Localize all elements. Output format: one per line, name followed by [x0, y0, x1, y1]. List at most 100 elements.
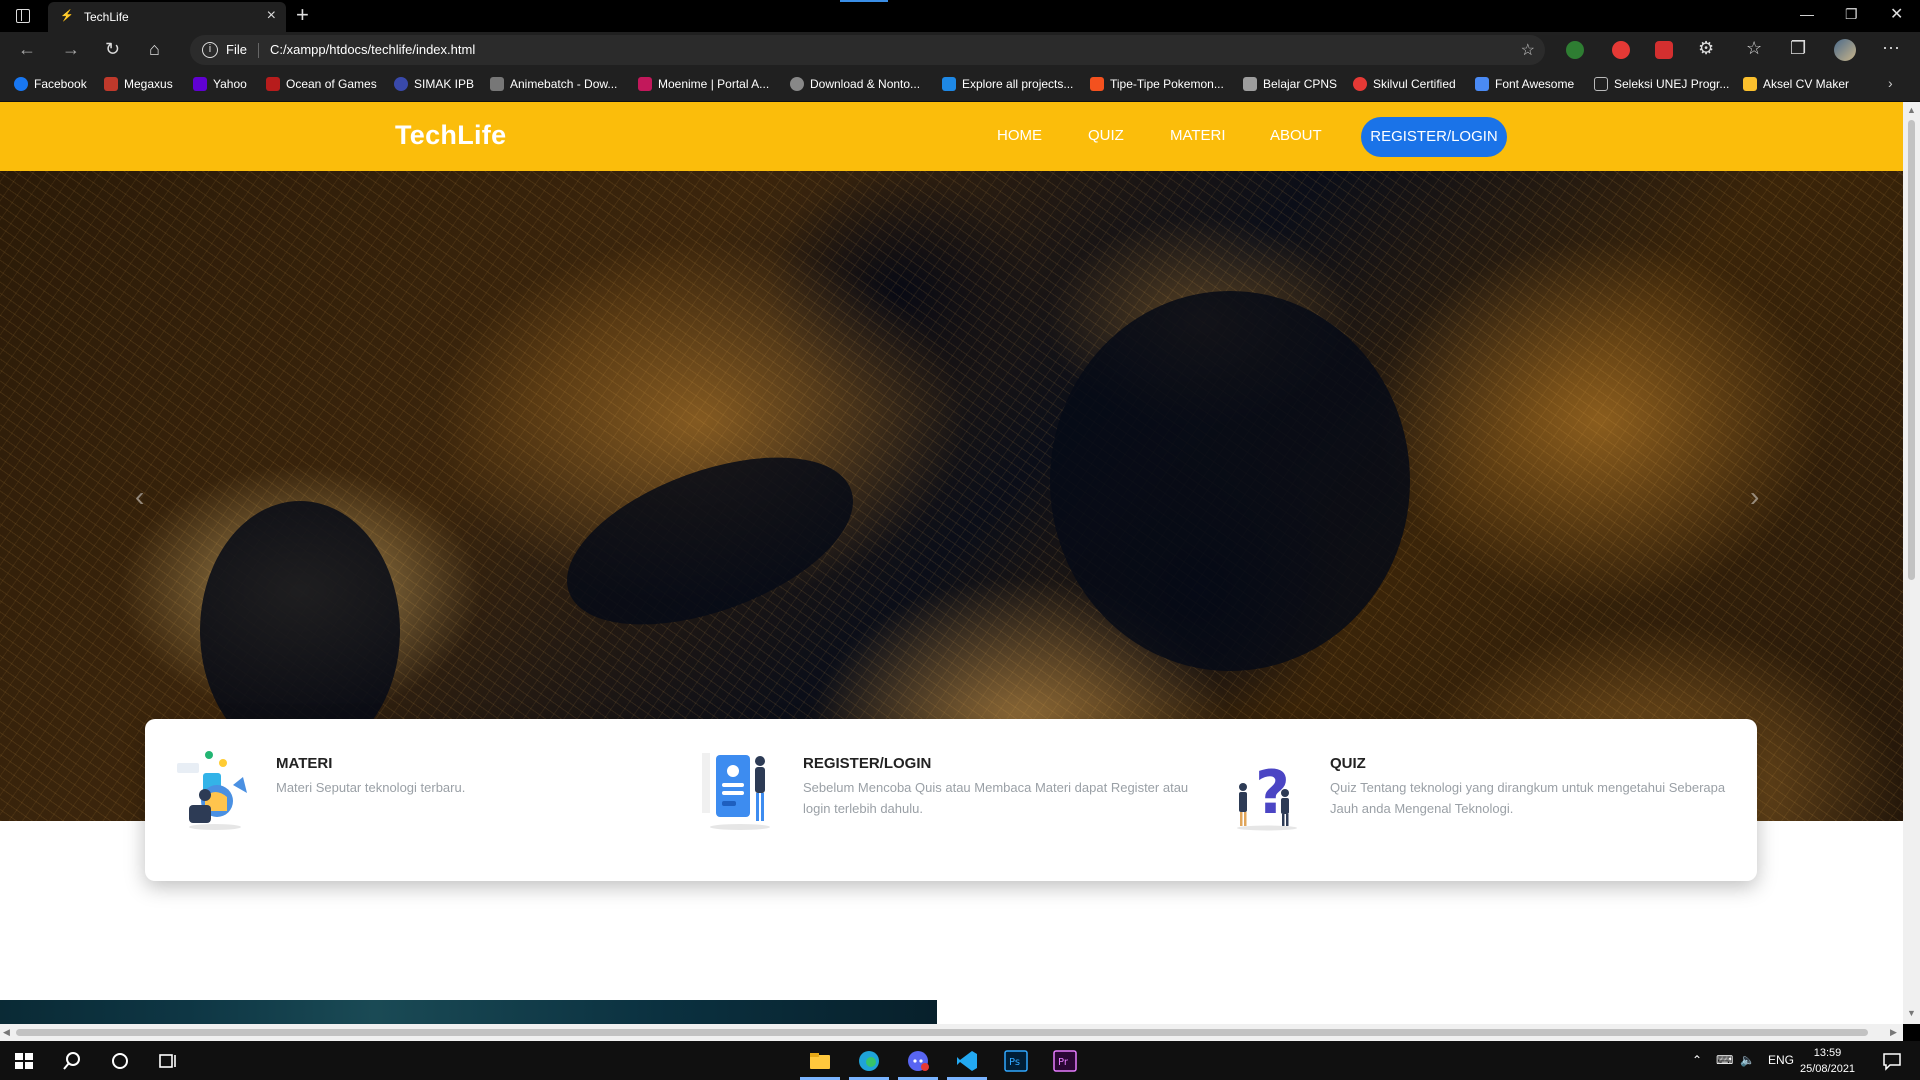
bookmark-item[interactable]: Megaxus: [104, 77, 173, 91]
bookmark-item[interactable]: Font Awesome: [1475, 77, 1574, 91]
vertical-scrollbar[interactable]: ▲ ▼: [1903, 102, 1920, 1024]
add-favorite-icon[interactable]: ☆: [1521, 40, 1535, 60]
forward-icon[interactable]: →: [62, 39, 80, 60]
profile-avatar[interactable]: [1834, 39, 1856, 61]
close-window-icon[interactable]: ✕: [1890, 4, 1903, 24]
register-login-button[interactable]: REGISTER/LOGIN: [1361, 117, 1507, 157]
scroll-up-icon[interactable]: ▲: [1907, 105, 1916, 115]
bookmark-item[interactable]: Explore all projects...: [942, 77, 1073, 91]
bookmark-favicon-icon: [104, 77, 118, 91]
windows-taskbar: Ps Pr ⌃ ⌨ 🔈 ENG 13:59 25/08/2021: [0, 1041, 1920, 1080]
bookmark-item[interactable]: Facebook: [14, 77, 87, 91]
more-icon[interactable]: ···: [1882, 37, 1900, 58]
bookmark-label: Megaxus: [124, 77, 173, 91]
minimize-icon[interactable]: —: [1800, 6, 1814, 22]
feature-description: Sebelum Mencoba Quis atau Membaca Materi…: [803, 780, 1189, 816]
bookmark-favicon-icon: [394, 77, 408, 91]
feature-description: Materi Seputar teknologi terbaru.: [276, 780, 466, 795]
tab-actions-icon[interactable]: [16, 9, 30, 23]
home-icon[interactable]: ⌂: [149, 39, 160, 60]
more-bookmarks-chevron-icon[interactable]: ›: [1888, 75, 1893, 91]
discord-icon[interactable]: [906, 1049, 930, 1073]
horizontal-scroll-thumb[interactable]: [16, 1029, 1868, 1036]
back-icon[interactable]: ←: [18, 39, 36, 60]
bookmark-item[interactable]: Download & Nonto...: [790, 77, 920, 91]
bookmark-label: Facebook: [34, 77, 87, 91]
show-hidden-icons-chevron-icon[interactable]: ⌃: [1692, 1053, 1702, 1067]
bookmark-label: Font Awesome: [1495, 77, 1575, 91]
volume-icon[interactable]: 🔈: [1740, 1053, 1755, 1067]
bookmark-label: Ocean of Games: [286, 77, 377, 91]
bookmark-favicon-icon: [942, 77, 956, 91]
edge-browser-icon[interactable]: [857, 1049, 881, 1073]
feature-materi[interactable]: MATERI Materi Seputar teknologi terbaru.: [145, 749, 665, 849]
nav-quiz-link[interactable]: QUIZ: [1088, 127, 1124, 144]
extension-m-icon[interactable]: [1655, 41, 1673, 59]
carousel-prev-icon[interactable]: ‹: [135, 481, 144, 513]
bookmark-item[interactable]: Moenime | Portal A...: [638, 77, 769, 91]
bookmark-item[interactable]: SIMAK IPB: [394, 77, 474, 91]
carousel-next-icon[interactable]: ›: [1750, 481, 1759, 513]
vertical-scroll-thumb[interactable]: [1908, 120, 1915, 580]
scroll-left-icon[interactable]: ◀: [3, 1027, 10, 1038]
language-indicator[interactable]: ENG: [1768, 1053, 1794, 1067]
bookmark-item[interactable]: Skilvul Certified: [1353, 77, 1456, 91]
reload-icon[interactable]: ↻: [105, 39, 120, 60]
address-scheme: File: [226, 42, 247, 57]
bookmark-item[interactable]: Yahoo: [193, 77, 247, 91]
bookmark-favicon-icon: [14, 77, 28, 91]
bookmark-label: SIMAK IPB: [414, 77, 475, 91]
address-url[interactable]: C:/xampp/htdocs/techlife/index.html: [270, 42, 475, 57]
task-view-icon[interactable]: [156, 1049, 180, 1073]
system-clock[interactable]: 13:59 25/08/2021: [1800, 1045, 1855, 1077]
close-tab-icon[interactable]: ×: [267, 7, 276, 25]
premiere-icon[interactable]: Pr: [1053, 1049, 1077, 1073]
bookmark-item[interactable]: Seleksi UNEJ Progr...: [1594, 77, 1729, 91]
scroll-right-icon[interactable]: ▶: [1890, 1027, 1897, 1038]
feature-register-login[interactable]: REGISTER/LOGIN Sebelum Mencoba Quis atau…: [672, 749, 1192, 849]
bookmarks-bar: Facebook Megaxus Yahoo Ocean of Games SI…: [0, 68, 1920, 102]
favorites-icon[interactable]: ☆: [1746, 38, 1762, 59]
collections-icon[interactable]: ❐: [1790, 38, 1806, 59]
cortana-icon[interactable]: [108, 1049, 132, 1073]
feature-quiz[interactable]: ? QUIZ Quiz Tentang teknologi yang diran…: [1199, 749, 1725, 849]
nav-about-link[interactable]: ABOUT: [1270, 127, 1322, 144]
address-bar[interactable]: i File C:/xampp/htdocs/techlife/index.ht…: [190, 35, 1545, 65]
extension-green-icon[interactable]: [1566, 41, 1584, 59]
vscode-icon[interactable]: [955, 1049, 979, 1073]
bookmark-item[interactable]: Belajar CPNS: [1243, 77, 1337, 91]
bookmark-favicon-icon: [193, 77, 207, 91]
address-divider: [258, 43, 259, 58]
extension-red-icon[interactable]: [1612, 41, 1630, 59]
site-header: TechLife HOME QUIZ MATERI ABOUT REGISTER…: [0, 102, 1903, 171]
network-icon[interactable]: ⌨: [1716, 1053, 1733, 1067]
nav-home-link[interactable]: HOME: [997, 127, 1042, 144]
bookmark-item[interactable]: Aksel CV Maker: [1743, 77, 1849, 91]
new-tab-icon[interactable]: +: [296, 2, 309, 28]
bookmark-favicon-icon: [266, 77, 280, 91]
bookmark-item[interactable]: Animebatch - Dow...: [490, 77, 617, 91]
site-logo[interactable]: TechLife: [395, 120, 506, 151]
notifications-icon[interactable]: [1880, 1049, 1904, 1073]
learning-illustration-icon: [177, 751, 247, 830]
bookmark-label: Skilvul Certified: [1373, 77, 1456, 91]
feature-card: MATERI Materi Seputar teknologi terbaru.…: [145, 719, 1757, 881]
windows-start-icon[interactable]: [12, 1049, 36, 1073]
photoshop-icon[interactable]: Ps: [1004, 1049, 1028, 1073]
restore-icon[interactable]: ❐: [1845, 6, 1858, 23]
search-icon[interactable]: [60, 1049, 84, 1073]
nav-materi-link[interactable]: MATERI: [1170, 127, 1226, 144]
info-icon[interactable]: i: [202, 42, 218, 58]
scroll-down-icon[interactable]: ▼: [1907, 1008, 1916, 1018]
file-explorer-icon[interactable]: [808, 1049, 832, 1073]
bookmark-item[interactable]: Tipe-Tipe Pokemon...: [1090, 77, 1224, 91]
extensions-icon[interactable]: ⚙: [1698, 38, 1714, 59]
bookmark-favicon-icon: [1090, 77, 1104, 91]
bookmark-item[interactable]: Ocean of Games: [266, 77, 377, 91]
browser-toolbar: ← → ↻ ⌂ i File C:/xampp/htdocs/techlife/…: [0, 32, 1920, 68]
horizontal-scrollbar[interactable]: ◀ ▶: [0, 1024, 1903, 1041]
browser-tab[interactable]: ⚡ TechLife ×: [48, 2, 286, 32]
bookmark-label: Belajar CPNS: [1263, 77, 1338, 91]
tab-title: TechLife: [84, 10, 129, 24]
hero-river-shape: [1050, 291, 1410, 671]
